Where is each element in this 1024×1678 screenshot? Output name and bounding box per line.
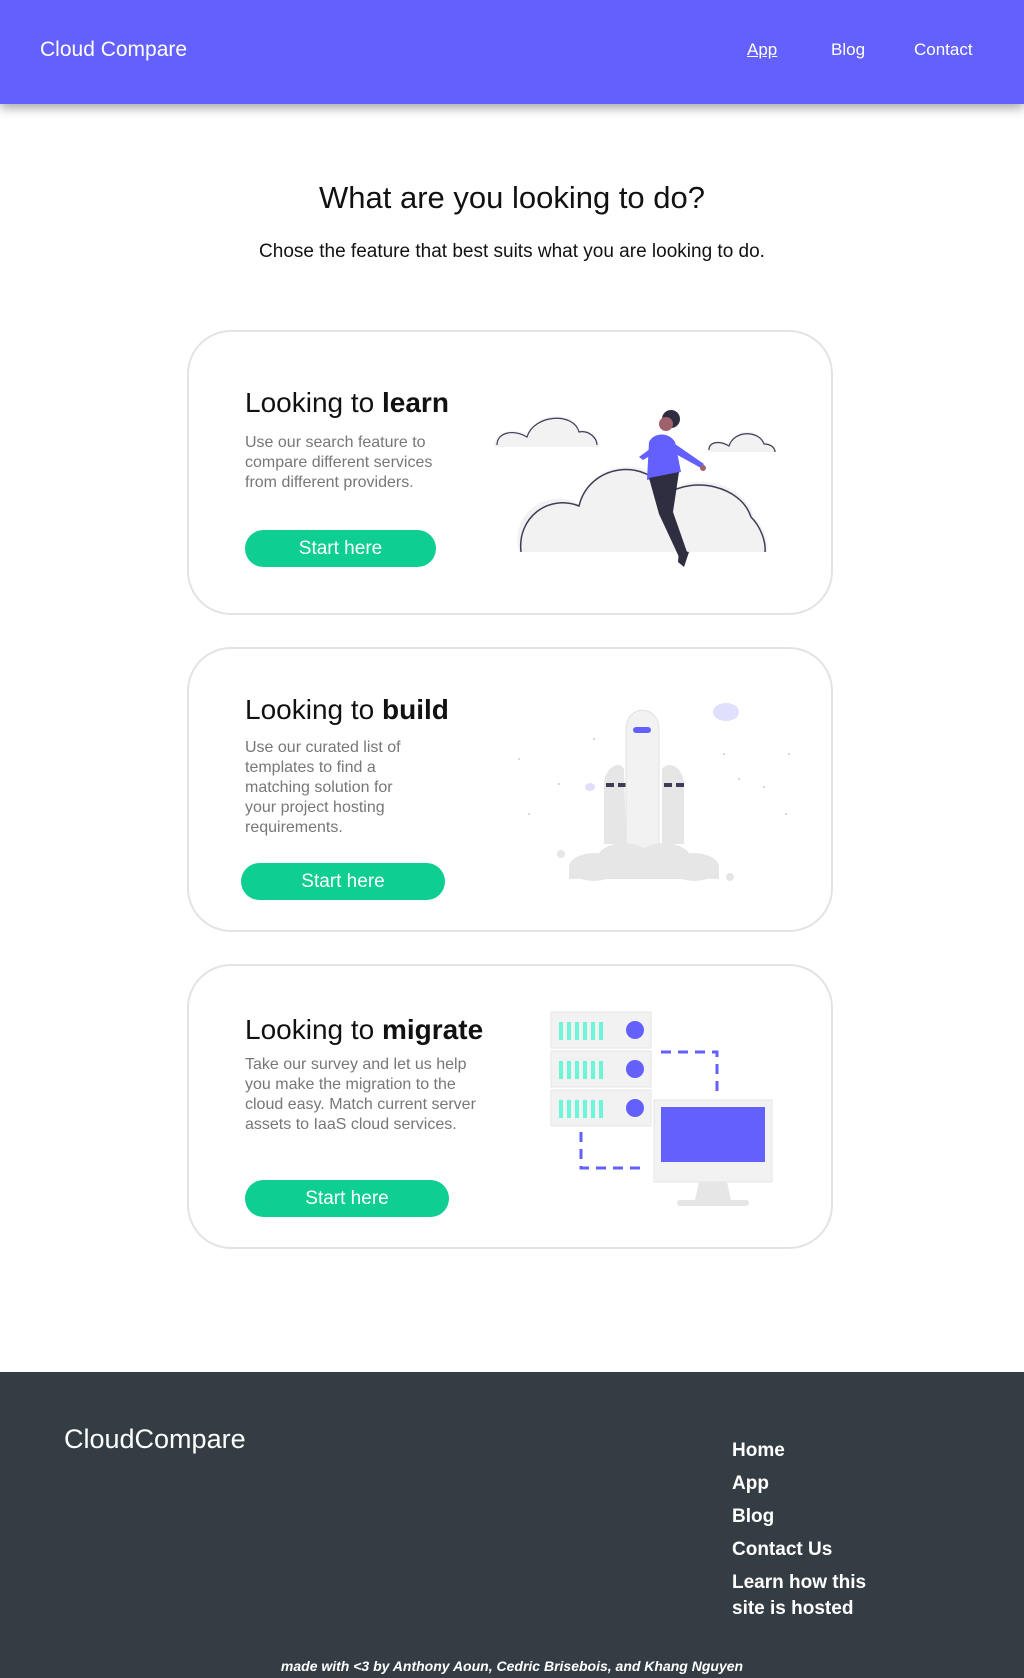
- footer-link-hosting-info[interactable]: Learn how this site is hosted: [732, 1570, 882, 1622]
- start-here-button-migrate[interactable]: Start here: [245, 1180, 449, 1217]
- footer-link-app[interactable]: App: [732, 1471, 769, 1497]
- footer-brand[interactable]: CloudCompare: [64, 1424, 246, 1455]
- top-navbar: Cloud Compare App Blog Contact: [0, 0, 1024, 104]
- rocket-launch-illustration: [518, 703, 790, 881]
- site-footer: CloudCompare Home App Blog Contact Us Le…: [0, 1372, 1024, 1678]
- card-description: Use our curated list of templates to fin…: [245, 739, 401, 836]
- person-flying-clouds-illustration: [494, 410, 776, 567]
- start-here-button-learn[interactable]: Start here: [245, 530, 436, 567]
- card-description: Use our search feature to compare differ…: [245, 434, 433, 491]
- card-title: Looking to learn: [245, 387, 449, 418]
- footer-link-home[interactable]: Home: [732, 1438, 785, 1464]
- server-to-monitor-illustration: [550, 1011, 773, 1206]
- footer-credit: made with <3 by Anthony Aoun, Cedric Bri…: [280, 1658, 744, 1674]
- brand-title[interactable]: Cloud Compare: [40, 38, 187, 62]
- footer-link-blog[interactable]: Blog: [732, 1504, 774, 1530]
- footer-link-contact-us[interactable]: Contact Us: [732, 1537, 832, 1563]
- card-description: Take our survey and let us help you make…: [245, 1056, 476, 1133]
- nav-link-app[interactable]: App: [747, 40, 777, 60]
- page-subtitle: Chose the feature that best suits what y…: [259, 241, 765, 262]
- card-title: Looking to migrate: [245, 1014, 484, 1045]
- start-here-button-build[interactable]: Start here: [241, 863, 445, 900]
- feature-card-build: Looking to build Use our curated list of…: [187, 647, 833, 932]
- feature-card-migrate: Looking to migrate Take our survey and l…: [187, 964, 833, 1249]
- card-title: Looking to build: [245, 694, 449, 725]
- nav-link-blog[interactable]: Blog: [831, 40, 865, 60]
- nav-link-contact[interactable]: Contact: [914, 40, 973, 60]
- page-title: What are you looking to do?: [318, 180, 706, 215]
- feature-card-learn: Looking to learn Use our search feature …: [187, 330, 833, 615]
